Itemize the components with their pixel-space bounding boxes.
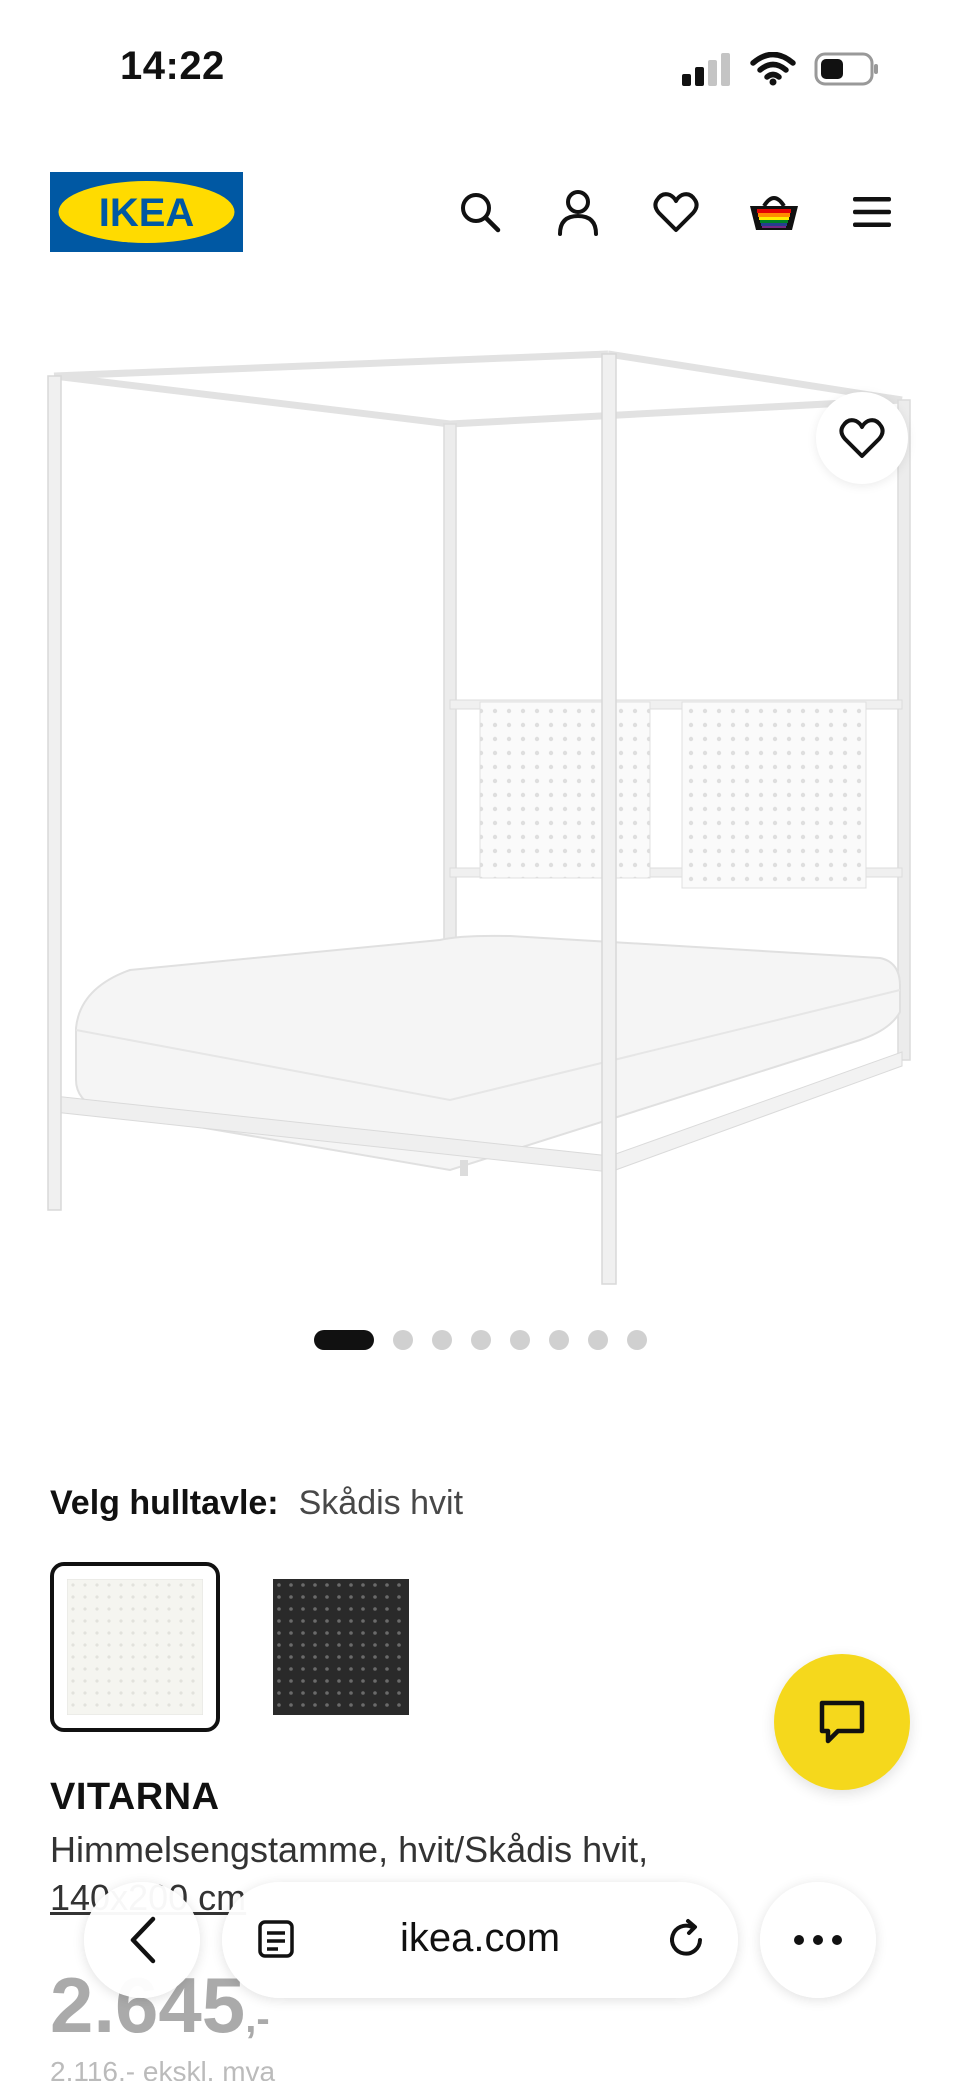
carousel-dot[interactable] <box>431 1330 452 1350</box>
carousel-dot[interactable] <box>470 1330 491 1350</box>
price-ex-vat: 2.116,- ekskl. mva <box>50 2056 276 2081</box>
chat-bubble-icon <box>819 1700 865 1744</box>
carousel-dot[interactable] <box>587 1330 608 1350</box>
reload-icon[interactable] <box>664 1918 708 1967</box>
option-value: Skådis hvit <box>298 1484 464 1522</box>
chevron-left-icon <box>130 1916 156 1964</box>
battery-icon <box>814 52 880 91</box>
carousel-dot[interactable] <box>548 1330 569 1350</box>
heart-icon[interactable] <box>648 184 704 240</box>
browser-toolbar: ikea.com <box>0 1870 960 2010</box>
option-label: Velg hulltavle: <box>50 1484 279 1522</box>
product-image[interactable] <box>40 340 960 1300</box>
site-header: IKEA <box>0 160 960 260</box>
product-name: VITARNA <box>50 1776 220 1818</box>
carousel-dot[interactable] <box>626 1330 647 1350</box>
signal-icon <box>680 52 732 91</box>
basket-icon[interactable] <box>746 184 802 240</box>
profile-icon[interactable] <box>550 184 606 240</box>
ikea-logo[interactable]: IKEA <box>50 172 243 252</box>
browser-more-button[interactable] <box>760 1882 876 1998</box>
image-carousel-dots <box>0 1330 960 1350</box>
carousel-dot[interactable] <box>392 1330 413 1350</box>
status-time: 14:22 <box>120 44 225 88</box>
swatch-skadis-white[interactable] <box>50 1562 220 1732</box>
status-icons <box>680 51 880 91</box>
browser-url: ikea.com <box>399 1916 561 1960</box>
status-bar: 14:22 <box>0 0 960 130</box>
header-icons <box>452 184 900 240</box>
search-icon[interactable] <box>452 184 508 240</box>
wifi-icon <box>750 51 796 91</box>
heart-outline-icon <box>839 418 885 458</box>
ikea-logo-text: IKEA <box>99 191 195 235</box>
swatch-skadis-black[interactable] <box>256 1562 426 1732</box>
chat-button[interactable] <box>774 1654 910 1790</box>
option-swatches <box>50 1562 426 1732</box>
option-row: Velg hulltavle: Skådis hvit <box>50 1484 463 1523</box>
browser-back-button[interactable] <box>84 1882 200 1998</box>
menu-icon[interactable] <box>844 184 900 240</box>
product-description-text: Himmelsengstamme, hvit/Skådis hvit, <box>50 1829 649 1870</box>
more-dots-icon <box>794 1935 842 1945</box>
favourite-button[interactable] <box>816 392 908 484</box>
browser-address-bar[interactable]: ikea.com <box>222 1882 738 1998</box>
carousel-dot-active[interactable] <box>313 1330 374 1350</box>
carousel-dot[interactable] <box>509 1330 530 1350</box>
